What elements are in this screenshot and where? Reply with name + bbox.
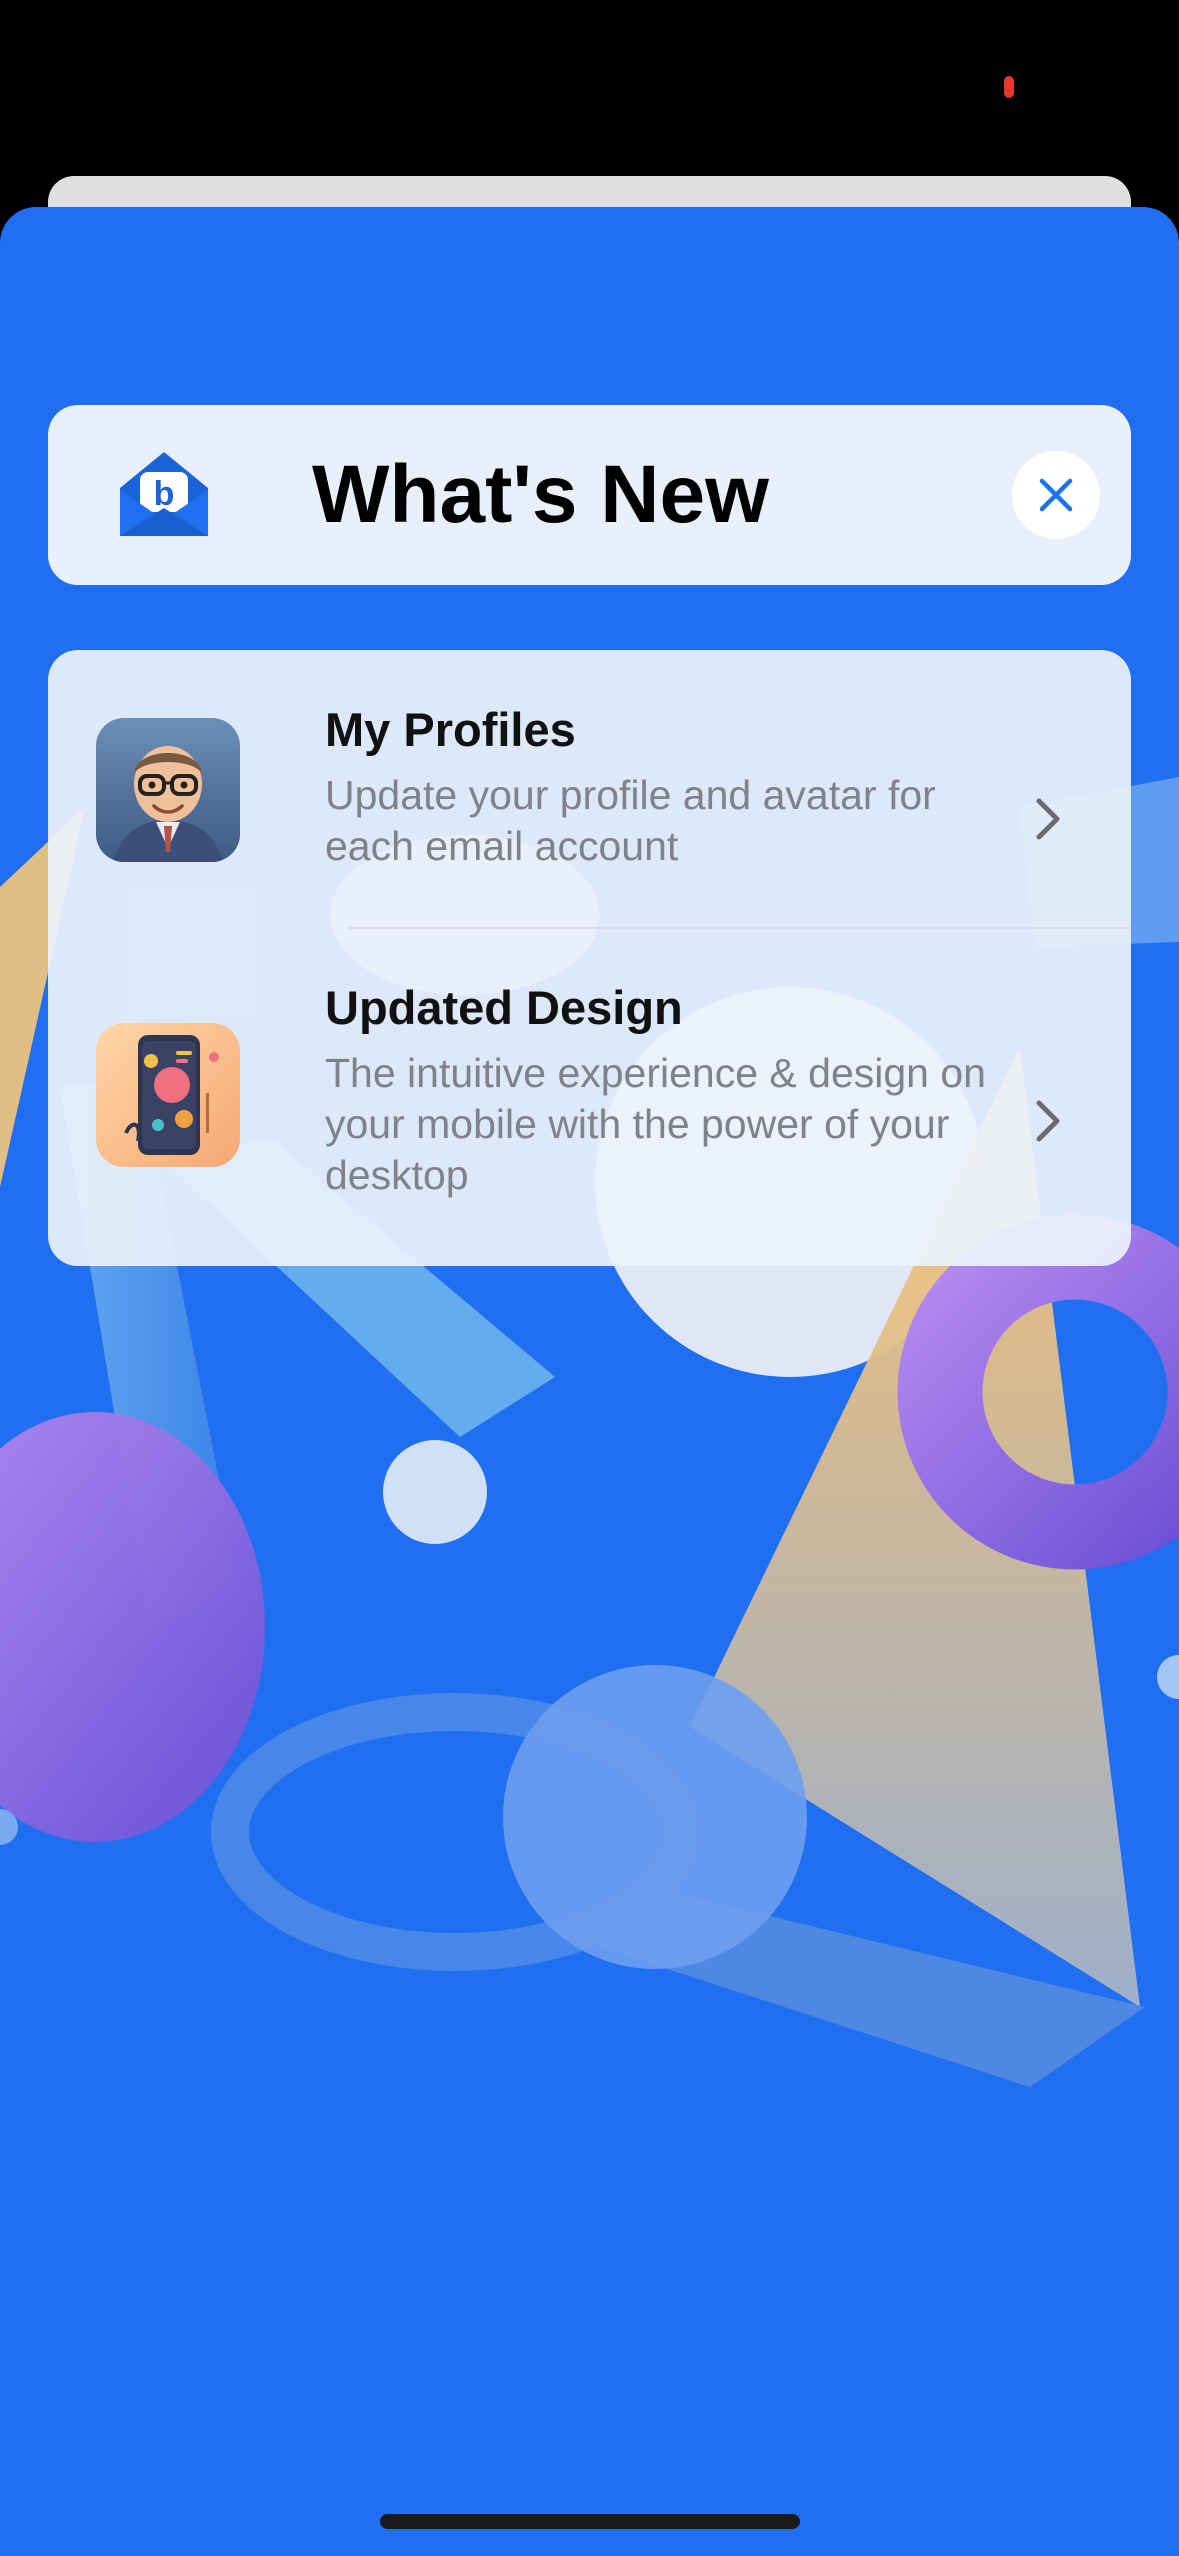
feature-description: Update your profile and avatar for each … [325, 772, 936, 869]
mail-envelope-b-logo-icon: b [120, 452, 208, 536]
close-button[interactable] [1012, 451, 1100, 539]
features-list: My Profiles Update your profile and avat… [48, 650, 1131, 1266]
profile-avatar-thumbnail [96, 718, 240, 862]
page-title: What's New [312, 449, 769, 540]
home-indicator[interactable] [380, 2514, 800, 2529]
whats-new-sheet: b What's New My Profiles Update your pro… [0, 207, 1179, 2556]
feature-title: Updated Design [325, 981, 683, 1034]
chevron-right-icon [1036, 1100, 1060, 1142]
feature-title: My Profiles [325, 703, 576, 756]
whats-new-header: b What's New [48, 405, 1131, 585]
status-bar [0, 0, 1179, 170]
close-icon [1039, 478, 1073, 512]
phone-design-thumbnail [96, 1023, 240, 1167]
feature-row-my-profiles[interactable]: My Profiles Update your profile and avat… [48, 650, 1131, 928]
recording-indicator [1004, 76, 1014, 98]
feature-description: The intuitive experience & design on you… [325, 1050, 986, 1198]
svg-text:b: b [154, 475, 175, 513]
chevron-right-icon [1036, 798, 1060, 840]
feature-row-updated-design[interactable]: Updated Design The intuitive experience … [48, 928, 1131, 1266]
